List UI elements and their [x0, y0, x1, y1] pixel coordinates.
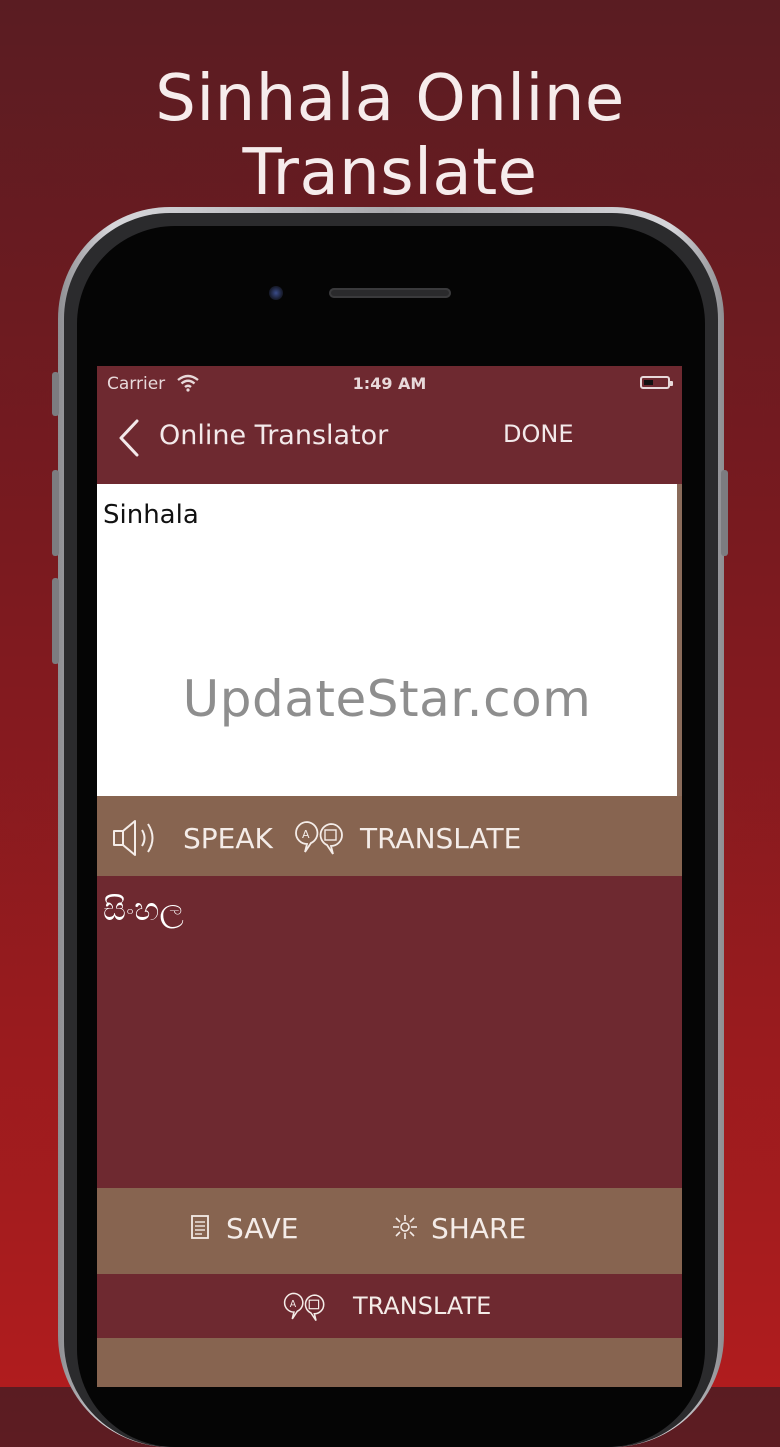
translate-icon: A — [295, 821, 343, 855]
svg-text:A: A — [290, 1299, 297, 1310]
source-text-input[interactable]: Sinhala UpdateStar.com — [97, 484, 677, 796]
promo-title: Sinhala Online Translate — [155, 62, 625, 210]
front-camera — [269, 286, 283, 300]
source-text-value: Sinhala — [103, 500, 199, 530]
nav-title: Online Translator — [159, 420, 389, 451]
phone-power-button — [721, 470, 728, 556]
speaker-icon[interactable] — [111, 816, 163, 860]
speak-translate-bar: SPEAK A TRANSLATE — [97, 796, 682, 876]
translated-text-output[interactable]: සිංහල — [97, 876, 682, 1188]
speak-button[interactable]: SPEAK — [183, 822, 273, 855]
status-time: 1:49 AM — [352, 374, 427, 393]
watermark-text: UpdateStar.com — [182, 670, 592, 728]
earpiece-speaker — [329, 288, 451, 298]
phone-volume-down-button — [52, 578, 59, 664]
footer-strip — [97, 1338, 682, 1387]
save-button[interactable]: SAVE — [226, 1212, 299, 1245]
translated-text-value: සිංහල — [103, 890, 184, 928]
share-icon — [393, 1215, 417, 1239]
chevron-left-icon[interactable] — [117, 418, 141, 458]
save-share-bar: SAVE SHARE — [97, 1188, 682, 1274]
translate-button[interactable]: TRANSLATE — [360, 822, 521, 855]
share-button[interactable]: SHARE — [431, 1212, 526, 1245]
status-bar: Carrier 1:49 AM — [97, 366, 682, 400]
done-button[interactable]: DONE — [503, 420, 574, 448]
battery-level — [644, 380, 653, 385]
notepad-icon — [191, 1215, 209, 1239]
translate-icon: A — [283, 1292, 325, 1322]
input-edge — [677, 484, 682, 796]
phone-mute-switch — [52, 372, 59, 416]
svg-text:A: A — [302, 828, 310, 841]
navigation-bar: Online Translator DONE — [97, 400, 682, 484]
app-screen: Carrier 1:49 AM Online Translator DONE S… — [97, 366, 682, 1387]
bottom-translate-bar[interactable]: A TRANSLATE — [97, 1274, 682, 1338]
phone-volume-up-button — [52, 470, 59, 556]
bottom-translate-button[interactable]: TRANSLATE — [353, 1292, 491, 1320]
battery-icon — [640, 376, 673, 389]
